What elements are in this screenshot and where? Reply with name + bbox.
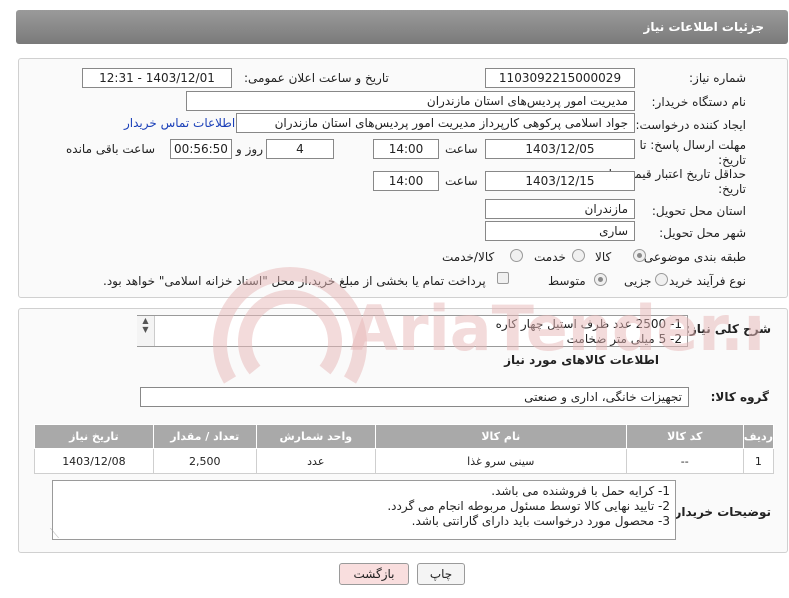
goods-group-label: گروه کالا: bbox=[710, 390, 769, 404]
validity-time-label: ساعت bbox=[445, 174, 478, 188]
cell-name: سینی سرو غذا bbox=[374, 448, 627, 474]
creator-field: جواد اسلامی پرکوهی کارپرداز مدیریت امور … bbox=[236, 113, 635, 133]
need-number-field: 1103092215000029 bbox=[485, 68, 635, 88]
buyer-note-line: 3- محصول مورد درخواست باید دارای گارانتی… bbox=[411, 514, 670, 528]
category-label: طبقه بندی موضوعی: bbox=[639, 250, 746, 264]
cell-need-date: 1403/12/08 bbox=[34, 448, 154, 474]
city-label: شهر محل تحویل: bbox=[659, 226, 746, 240]
buyer-note-line: 2- تایید نهایی کالا توسط مسئول مربوطه ان… bbox=[387, 499, 670, 513]
days-label: روز و bbox=[236, 142, 263, 156]
process-option-minor: جزیی bbox=[624, 274, 652, 288]
category-option-goods: کالا bbox=[595, 250, 612, 264]
page-header: جزئیات اطلاعات نیاز bbox=[16, 10, 788, 44]
buyer-note-line: 1- کرایه حمل با فروشنده می باشد. bbox=[491, 484, 670, 498]
province-field: مازندران bbox=[485, 199, 635, 219]
goods-table: ردیف کد کالا نام کالا واحد شمارش تعداد /… bbox=[34, 424, 775, 474]
deadline-time-label: ساعت bbox=[445, 142, 478, 156]
deadline-date-field: 1403/12/05 bbox=[485, 139, 635, 159]
buyer-contact-link[interactable]: اطلاعات تماس خریدار bbox=[124, 116, 235, 130]
description-scrollbar[interactable]: ▲ ▼ bbox=[137, 316, 155, 346]
deadline-label: مهلت ارسال پاسخ: تا bbox=[639, 138, 746, 152]
validity-time-field: 14:00 bbox=[373, 171, 439, 191]
col-name: نام کالا bbox=[374, 424, 627, 449]
print-button[interactable]: چاپ bbox=[417, 563, 465, 585]
page-title: جزئیات اطلاعات نیاز bbox=[643, 20, 764, 34]
remaining-days-field: 4 bbox=[266, 139, 334, 159]
announce-date-field: 1403/12/01 - 12:31 bbox=[82, 68, 232, 88]
col-need-date: تاریخ نیاز bbox=[34, 424, 154, 449]
cell-code: -- bbox=[625, 448, 744, 474]
remaining-time-label: ساعت باقی مانده bbox=[66, 142, 156, 156]
process-radio-minor[interactable] bbox=[655, 273, 668, 286]
cell-unit: عدد bbox=[255, 448, 376, 474]
col-quantity: تعداد / مقدار bbox=[152, 424, 257, 449]
category-radio-goods[interactable] bbox=[633, 249, 646, 262]
process-option-medium: متوسط bbox=[548, 274, 586, 288]
category-option-service: خدمت bbox=[534, 250, 566, 264]
announce-date-label: تاریخ و ساعت اعلان عمومی: bbox=[244, 71, 389, 85]
deadline-date-label: تاریخ: bbox=[718, 153, 746, 167]
scroll-up-icon[interactable]: ▲ bbox=[137, 316, 154, 325]
cell-row: 1 bbox=[742, 448, 775, 474]
cell-quantity: 2,500 bbox=[152, 448, 257, 474]
description-line: 2- 5 میلی متر ضخامت bbox=[566, 332, 682, 346]
buyer-org-field: مدیریت امور پردیس‌های استان مازندران bbox=[186, 91, 635, 111]
province-label: استان محل تحویل: bbox=[651, 204, 746, 218]
treasury-checkbox[interactable] bbox=[497, 272, 509, 284]
col-code: کد کالا bbox=[625, 424, 744, 449]
description-line: 1- 2500 عدد ظرف استیل چهار کاره bbox=[495, 317, 682, 331]
category-radio-goods-service[interactable] bbox=[510, 249, 523, 262]
validity-date-field: 1403/12/15 bbox=[485, 171, 635, 191]
category-radio-service[interactable] bbox=[572, 249, 585, 262]
buyer-notes-label: توضیحات خریدار: bbox=[669, 505, 771, 519]
validity-date-label: تاریخ: bbox=[718, 182, 746, 196]
creator-label: ایجاد کننده درخواست: bbox=[635, 118, 746, 132]
need-number-label: شماره نیاز: bbox=[689, 71, 746, 85]
treasury-note: پرداخت تمام یا بخشی از مبلغ خرید،از محل … bbox=[103, 274, 486, 288]
col-row: ردیف bbox=[742, 424, 775, 449]
scroll-down-icon[interactable]: ▼ bbox=[137, 325, 154, 334]
buyer-org-label: نام دستگاه خریدار: bbox=[651, 95, 747, 109]
description-label: شرح کلی نیاز: bbox=[685, 322, 771, 336]
city-field: ساری bbox=[485, 221, 635, 241]
back-button[interactable]: بازگشت bbox=[339, 563, 409, 585]
goods-table-header: ردیف کد کالا نام کالا واحد شمارش تعداد /… bbox=[34, 424, 775, 449]
process-radio-medium[interactable] bbox=[594, 273, 607, 286]
buyer-notes-textarea[interactable]: 1- کرایه حمل با فروشنده می باشد. 2- تایی… bbox=[52, 480, 676, 540]
remaining-time-field: 00:56:50 bbox=[170, 139, 232, 159]
process-type-label: نوع فرآیند خرید : bbox=[661, 274, 746, 288]
deadline-time-field: 14:00 bbox=[373, 139, 439, 159]
category-option-goods-service: کالا/خدمت bbox=[442, 250, 495, 264]
table-row: 1 -- سینی سرو غذا عدد 2,500 1403/12/08 bbox=[34, 448, 775, 474]
goods-section-title: اطلاعات کالاهای مورد نیاز bbox=[504, 353, 659, 367]
col-unit: واحد شمارش bbox=[255, 424, 376, 449]
goods-group-field: تجهیزات خانگی، اداری و صنعتی bbox=[140, 387, 689, 407]
description-textarea[interactable]: 1- 2500 عدد ظرف استیل چهار کاره 2- 5 میل… bbox=[137, 315, 688, 347]
